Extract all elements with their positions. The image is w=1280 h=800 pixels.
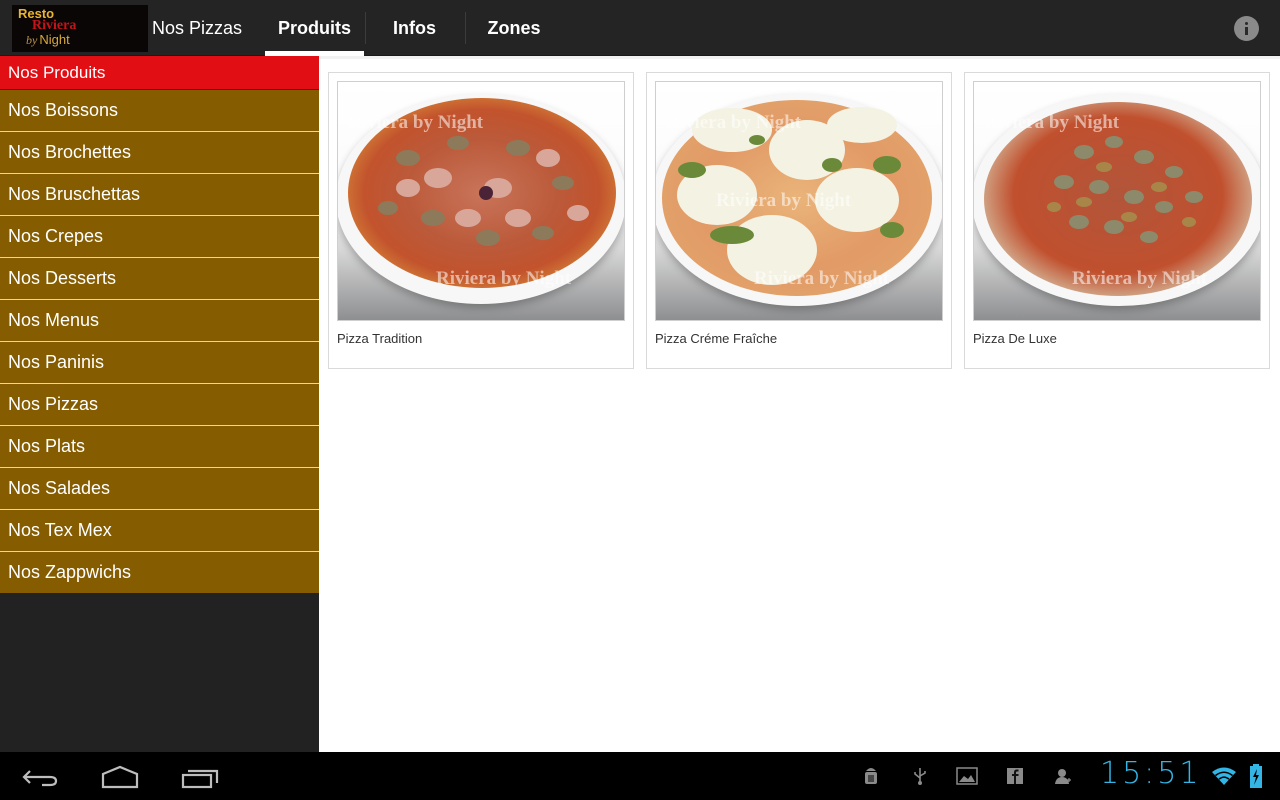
logo-line-3: by Night [26, 32, 70, 48]
home-title[interactable]: Nos Pizzas [152, 0, 252, 56]
watermark: Riviera by Night [666, 112, 802, 133]
category-sidebar: Nos Produits Nos Boissons Nos Brochettes… [0, 56, 319, 752]
system-nav-bar [0, 752, 1280, 800]
product-card[interactable]: Riviera by Night Riviera by Night Pizza … [328, 72, 634, 369]
sidebar-item-nos-tex-mex[interactable]: Nos Tex Mex [0, 510, 319, 551]
product-photo: Riviera by Night Riviera by Night [973, 81, 1261, 321]
recent-apps-icon[interactable] [170, 760, 230, 794]
tab-infos[interactable]: Infos [366, 0, 463, 56]
tab-zones[interactable]: Zones [466, 0, 562, 56]
product-name: Pizza De Luxe [973, 331, 1057, 346]
sidebar-item-nos-brochettes[interactable]: Nos Brochettes [0, 132, 319, 173]
app-window: Resto Riviera by Night Nos Pizzas Produit… [0, 0, 1280, 752]
product-grid: Riviera by Night Riviera by Night Pizza … [319, 56, 1280, 752]
sidebar-item-nos-salades[interactable]: Nos Salades [0, 468, 319, 509]
sidebar-item-nos-pizzas[interactable]: Nos Pizzas [0, 384, 319, 425]
add-contact-icon[interactable] [1053, 766, 1073, 786]
battery-charging-icon[interactable] [1249, 764, 1263, 788]
back-icon[interactable] [10, 760, 70, 794]
watermark: Riviera by Night [754, 268, 890, 289]
tab-produits[interactable]: Produits [265, 0, 364, 56]
logo-night: Night [39, 32, 70, 47]
sidebar-item-nos-boissons[interactable]: Nos Boissons [0, 90, 319, 131]
gallery-icon[interactable] [956, 766, 978, 786]
product-name: Pizza Tradition [337, 331, 423, 346]
content-top-edge [319, 56, 1280, 59]
product-card[interactable]: Riviera by Night Riviera by Night Rivier… [646, 72, 952, 369]
status-clock: 15:51 [1100, 756, 1202, 791]
watermark: Riviera by Night [1072, 268, 1208, 289]
watermark: Riviera by Night [436, 268, 572, 289]
sidebar-item-nos-menus[interactable]: Nos Menus [0, 300, 319, 341]
logo-by: by [26, 33, 38, 47]
sidebar-item-nos-paninis[interactable]: Nos Paninis [0, 342, 319, 383]
sidebar-item-nos-desserts[interactable]: Nos Desserts [0, 258, 319, 299]
sidebar-item-nos-bruschettas[interactable]: Nos Bruschettas [0, 174, 319, 215]
product-photo: Riviera by Night Riviera by Night [337, 81, 625, 321]
info-icon[interactable] [1234, 16, 1259, 41]
sidebar-item-nos-crepes[interactable]: Nos Crepes [0, 216, 319, 257]
sidebar-item-nos-zappwichs[interactable]: Nos Zappwichs [0, 552, 319, 593]
product-name: Pizza Créme Fraîche [655, 331, 778, 346]
wifi-icon[interactable] [1211, 766, 1237, 786]
facebook-icon[interactable] [1005, 766, 1025, 786]
usb-icon[interactable] [910, 766, 930, 786]
home-icon[interactable] [90, 760, 150, 794]
watermark: Riviera by Night [716, 190, 852, 211]
watermark: Riviera by Night [984, 112, 1120, 133]
watermark: Riviera by Night [348, 112, 484, 133]
product-photo: Riviera by Night Riviera by Night Rivier… [655, 81, 943, 321]
product-card[interactable]: Riviera by Night Riviera by Night Pizza … [964, 72, 1270, 369]
sidebar-item-nos-plats[interactable]: Nos Plats [0, 426, 319, 467]
sidebar-item-nos-produits[interactable]: Nos Produits [0, 56, 319, 89]
android-debug-icon[interactable] [861, 766, 881, 786]
app-logo[interactable]: Resto Riviera by Night [12, 5, 148, 52]
action-bar: Resto Riviera by Night Nos Pizzas Produit… [0, 0, 1280, 56]
